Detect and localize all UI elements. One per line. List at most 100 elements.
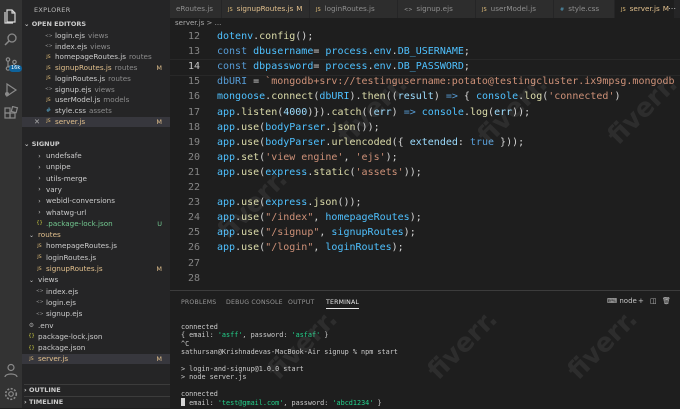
tree-item-name: signup.ejs	[46, 309, 82, 318]
tree-item[interactable]: {}package.json	[22, 343, 170, 353]
open-editor-hint: views	[90, 42, 110, 51]
timeline-section[interactable]: › TIMELINE	[24, 396, 170, 407]
code-line: const dbpassword= process.env.DB_PASSWOR…	[217, 59, 470, 74]
chevron-right-icon: ›	[36, 209, 43, 216]
terminal-line: { email: 'test@gmail.com', password: 'ab…	[181, 399, 382, 407]
terminal-shell-selector[interactable]: ⌨ node	[607, 297, 637, 305]
code-line: app.use("/index", homepageRoutes);	[217, 210, 422, 225]
js-file-icon: JS	[28, 356, 35, 363]
tree-item[interactable]: JSloginRoutes.js	[22, 253, 170, 263]
open-editor-hint: routes	[115, 63, 138, 72]
tab-more-icon[interactable]: ⋯	[668, 4, 676, 13]
add-terminal-icon[interactable]: +	[638, 297, 644, 305]
code-line: app.listen(4000)}).catch((err) => consol…	[217, 105, 530, 120]
tree-item-name: package-lock.json	[38, 332, 102, 341]
tree-item-name: index.ejs	[46, 287, 78, 296]
files-icon[interactable]	[3, 8, 19, 24]
tree-item-name: views	[38, 275, 58, 284]
js-file-icon: JS	[316, 7, 321, 13]
tree-item-name: package.json	[38, 343, 85, 352]
terminal-icon: ⌨	[607, 297, 617, 305]
code-line: app.use(express.json());	[217, 195, 362, 210]
open-editor-item[interactable]: JShomepageRoutes.jsroutes	[22, 52, 170, 62]
tree-item[interactable]: ›undefsafe	[22, 151, 170, 161]
tree-item[interactable]: {}.package-lock.jsonU	[22, 219, 170, 229]
tab-style-css[interactable]: #style.css	[554, 0, 615, 18]
terminal-cursor	[181, 398, 185, 406]
source-control-icon[interactable]: 16k	[3, 56, 19, 72]
tree-item-name: loginRoutes.js	[46, 253, 96, 262]
tree-item[interactable]: ⌄routes	[22, 230, 170, 240]
open-editor-item[interactable]: JSuserModel.jsmodels	[22, 95, 170, 105]
ejs-file-icon: <>	[404, 7, 412, 13]
tab-server-js[interactable]: JSserver.jsM✕	[615, 0, 675, 18]
open-editor-name: style.css	[55, 106, 86, 115]
tab-eroutes-js[interactable]: eRoutes.js	[170, 0, 222, 18]
open-editor-name: index.ejs	[55, 42, 87, 51]
activity-bar: 16k	[0, 0, 22, 408]
panel-tab-problems[interactable]: PROBLEMS	[181, 299, 216, 306]
run-debug-icon[interactable]	[3, 82, 19, 98]
open-editor-name: login.ejs	[55, 31, 85, 40]
chevron-down-icon: ⌄	[28, 232, 35, 239]
open-editor-item[interactable]: #style.cssassets	[22, 106, 170, 116]
code-line: dbURI = `mongodb+srv://testingusername:p…	[217, 74, 675, 89]
tab-signuproutes-js[interactable]: JSsignupRoutes.jsM	[222, 0, 310, 18]
outline-section[interactable]: › OUTLINE	[24, 384, 170, 395]
tree-item[interactable]: ›whatwg-url	[22, 208, 170, 218]
panel-tab-terminal[interactable]: TERMINAL	[326, 299, 359, 309]
tree-item[interactable]: ›vary	[22, 185, 170, 195]
tree-item[interactable]: ›webidl-conversions	[22, 196, 170, 206]
tab-label: style.css	[568, 4, 599, 13]
breadcrumb[interactable]: server.js > ...	[175, 18, 221, 29]
explorer-sidebar: EXPLORER ⌄ OPEN EDITORS <>login.ejsviews…	[22, 0, 170, 408]
git-status-badge: M	[156, 264, 162, 274]
tree-item[interactable]: JSserver.jsM	[22, 354, 170, 364]
account-icon[interactable]	[3, 362, 19, 378]
code-line: mongoose.connect(dbURI).then((result) =>…	[217, 89, 621, 104]
split-terminal-icon[interactable]: ◫	[650, 297, 657, 305]
tree-item[interactable]: {}package-lock.json	[22, 332, 170, 342]
tree-item[interactable]: JShomepageRoutes.js	[22, 241, 170, 251]
open-editor-item[interactable]: JSloginRoutes.jsroutes	[22, 74, 170, 84]
tree-item[interactable]: JSsignupRoutes.jsM	[22, 264, 170, 274]
open-editor-hint: routes	[129, 52, 152, 61]
line-number: 23	[170, 195, 200, 210]
tree-item[interactable]: ›utils-merge	[22, 174, 170, 184]
panel-tab-output[interactable]: OUTPUT	[288, 299, 314, 306]
settings-gear-icon[interactable]	[3, 386, 19, 402]
git-status-badge: M	[156, 63, 162, 73]
search-icon[interactable]	[3, 32, 19, 48]
open-editor-item[interactable]: <>index.ejsviews	[22, 42, 170, 52]
line-number: 15	[170, 74, 200, 89]
tree-item[interactable]: <>signup.ejs	[22, 309, 170, 319]
tree-item[interactable]: <>index.ejs	[22, 287, 170, 297]
code-line: const dbusername= process.env.DB_USERNAM…	[217, 44, 470, 59]
ejs-file-icon: <>	[36, 311, 43, 318]
open-editor-item[interactable]: <>signup.ejsviews	[22, 85, 170, 95]
extensions-icon[interactable]	[3, 106, 19, 122]
project-header[interactable]: ⌄ SIGNUP	[24, 140, 170, 148]
tree-item[interactable]: ⌄views	[22, 275, 170, 285]
open-editor-hint: views	[94, 85, 114, 94]
open-editors-header[interactable]: ⌄ OPEN EDITORS	[24, 20, 170, 28]
tree-item[interactable]: ⚙.env	[22, 321, 170, 331]
tab-usermodel-js[interactable]: JSuserModel.js	[476, 0, 554, 18]
tree-item-name: .env	[38, 321, 54, 330]
tab-loginroutes-js[interactable]: JSloginRoutes.js	[310, 0, 398, 18]
tree-item[interactable]: <>login.ejs	[22, 298, 170, 308]
terminal-line: connected	[181, 390, 218, 398]
trash-icon[interactable]: 🗑	[662, 297, 671, 305]
tree-item-name: homepageRoutes.js	[46, 241, 117, 250]
css-file-icon: #	[45, 107, 52, 114]
tree-item[interactable]: ›unpipe	[22, 162, 170, 172]
line-number: 27	[170, 256, 200, 271]
open-editor-item[interactable]: JSsignupRoutes.jsroutesM	[22, 63, 170, 73]
panel-tab-debug-console[interactable]: DEBUG CONSOLE	[226, 299, 283, 306]
close-icon[interactable]: ✕	[34, 117, 45, 127]
tab-signup-ejs[interactable]: <>signup.ejs	[398, 0, 476, 18]
code-editor[interactable]: 12dotenv.config();13const dbusername= pr…	[170, 29, 680, 290]
tab-modified-badge: M	[296, 4, 302, 13]
open-editor-item[interactable]: ✕JSserver.jsM	[22, 117, 170, 127]
open-editor-item[interactable]: <>login.ejsviews	[22, 31, 170, 41]
